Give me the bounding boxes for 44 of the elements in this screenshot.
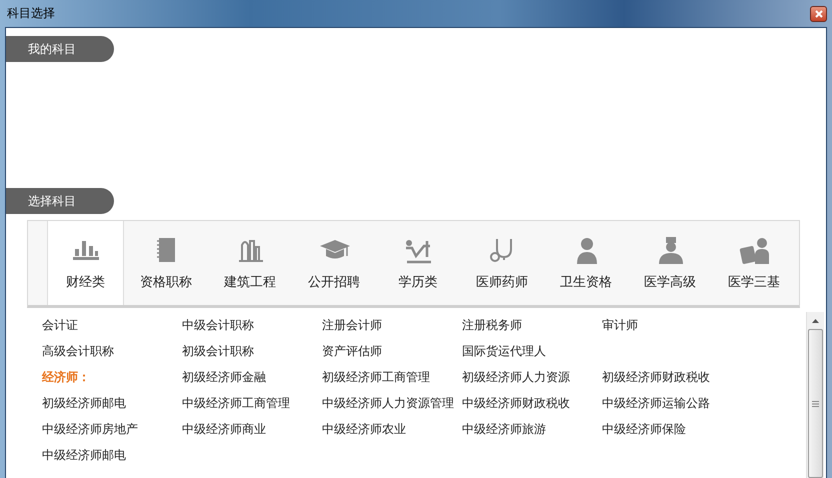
subject-link[interactable]: 中级经济师房地产: [42, 420, 182, 438]
section-header: 我的科目: [6, 36, 114, 62]
category-tab[interactable]: 建筑工程: [208, 221, 292, 305]
subject-link[interactable]: 高级会计职称: [42, 342, 182, 360]
subject-link[interactable]: 中级经济师人力资源管理: [322, 394, 462, 412]
category-tab[interactable]: 公开招聘: [292, 221, 376, 305]
category-tab[interactable]: 医学高级: [628, 221, 712, 305]
subject-link[interactable]: 国际货运代理人: [462, 342, 602, 360]
subject-link[interactable]: 中级经济师商业: [182, 420, 322, 438]
subject-link[interactable]: 初级经济师邮电: [42, 394, 182, 412]
subject-link[interactable]: 注册会计师: [322, 316, 462, 334]
close-icon: [814, 10, 822, 18]
subject-link[interactable]: 会计证: [42, 316, 182, 334]
scrollbar[interactable]: [806, 312, 824, 478]
subject-link[interactable]: 初级经济师人力资源: [462, 368, 602, 386]
category-tab[interactable]: 卫生资格: [544, 221, 628, 305]
subject-link[interactable]: 注册税务师: [462, 316, 602, 334]
subject-link[interactable]: 中级经济师邮电: [42, 446, 182, 464]
subject-link[interactable]: 中级经济师运输公路: [602, 394, 742, 412]
category-tab[interactable]: 医学三基: [712, 221, 796, 305]
scroll-thumb[interactable]: [808, 329, 823, 478]
section-header: 选择科目: [6, 188, 114, 214]
subject-link[interactable]: 中级经济师工商管理: [182, 394, 322, 412]
category-tab[interactable]: 医师药师: [460, 221, 544, 305]
subject-link[interactable]: 中级经济师财政税收: [462, 394, 602, 412]
subject-link[interactable]: 初级会计职称: [182, 342, 322, 360]
window-title: 科目选择: [7, 5, 55, 22]
scroll-up-icon[interactable]: [812, 318, 819, 322]
subject-link[interactable]: 资产评估师: [322, 342, 462, 360]
grip-icon: [812, 400, 819, 406]
subject-link[interactable]: 初级经济师工商管理: [322, 368, 462, 386]
category-tab[interactable]: 学历类: [376, 221, 460, 305]
category-tab[interactable]: 资格职称: [124, 221, 208, 305]
subject-link[interactable]: 初级经济师财政税收: [602, 368, 742, 386]
subject-link[interactable]: 中级经济师保险: [602, 420, 742, 438]
category-tab[interactable]: 财经类: [48, 221, 124, 305]
subject-link[interactable]: 中级经济师旅游: [462, 420, 602, 438]
group-heading: 经济师：: [42, 368, 91, 386]
close-button[interactable]: [810, 6, 827, 22]
subject-link[interactable]: 中级会计职称: [182, 316, 322, 334]
category-icon: [737, 235, 771, 267]
subject-link[interactable]: 审计师: [602, 316, 742, 334]
subject-link[interactable]: 中级经济师农业: [322, 420, 462, 438]
subject-link[interactable]: 初级经济师金融: [182, 368, 322, 386]
